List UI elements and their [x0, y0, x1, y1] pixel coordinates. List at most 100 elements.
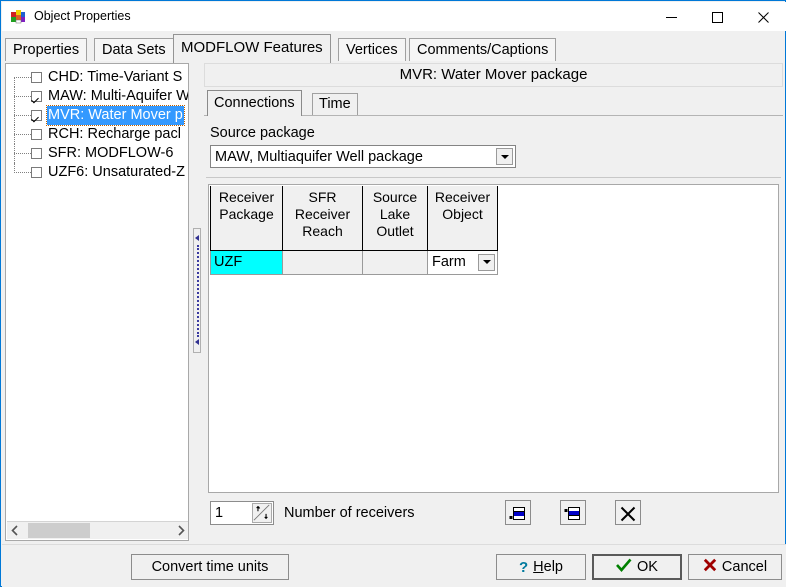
table-row[interactable]: UZF Farm [210, 250, 498, 275]
ok-button[interactable]: OK [592, 554, 682, 580]
chevron-down-icon[interactable] [496, 148, 513, 165]
column-header-receiver-object[interactable]: Receiver Object [427, 186, 498, 251]
header-line: Reach [302, 223, 343, 239]
tree-item-chd[interactable]: CHD: Time-Variant S [6, 68, 188, 87]
window-title: Object Properties [34, 9, 131, 23]
receivers-grid[interactable]: Receiver Package SFR Receiver Reach Sour… [208, 184, 779, 493]
tree-connector-icon [14, 125, 16, 144]
package-title: MVR: Water Mover package [204, 63, 783, 87]
cell-source-lake-outlet[interactable] [362, 250, 428, 275]
header-line: Lake [379, 206, 411, 222]
spinner-buttons[interactable] [252, 503, 272, 523]
tree-item-label: SFR: MODFLOW-6 [48, 145, 174, 161]
splitter-grip[interactable] [193, 228, 201, 353]
tree-checkbox-chd[interactable] [31, 72, 42, 83]
header-line: Receiver [434, 189, 491, 205]
splitter-arrow-icon [195, 235, 199, 241]
tree-checkbox-sfr[interactable] [31, 148, 42, 159]
question-mark-icon: ? [518, 558, 529, 576]
header-line: Source [372, 189, 418, 205]
button-label: Cancel [721, 559, 768, 575]
tree-item-label: RCH: Recharge pacl [48, 126, 181, 142]
modflow-package-tree[interactable]: CHD: Time-Variant S MAW: Multi-Aquifer W… [5, 63, 189, 541]
tree-connector-icon [14, 77, 16, 87]
button-label: OK [637, 559, 658, 575]
tree-checkbox-mvr[interactable] [31, 110, 42, 121]
help-button[interactable]: ? Help [496, 554, 586, 580]
tree-connector-icon [14, 163, 16, 173]
tree-connector-icon [14, 153, 31, 155]
tree-checkbox-maw[interactable] [31, 91, 42, 102]
client-area: CHD: Time-Variant S MAW: Multi-Aquifer W… [5, 61, 783, 543]
check-icon [616, 558, 632, 576]
tab-connections[interactable]: Connections [207, 90, 302, 116]
tab-time[interactable]: Time [312, 93, 358, 115]
tree-checkbox-rch[interactable] [31, 129, 42, 140]
spinner-value: 1 [215, 505, 224, 521]
chevron-down-icon[interactable] [478, 253, 495, 271]
tree-item-rch[interactable]: RCH: Recharge pacl [6, 125, 188, 144]
number-of-receivers-stepper[interactable]: 1 [210, 501, 274, 525]
source-package-value: MAW, Multiaquifer Well package [215, 149, 423, 165]
scroll-left-icon[interactable] [7, 522, 24, 539]
divider [206, 177, 781, 178]
tab-comments-captions[interactable]: Comments/Captions [409, 38, 557, 62]
column-header-receiver-package[interactable]: Receiver Package [210, 186, 283, 251]
header-line: Package [219, 206, 274, 222]
cell-sfr-receiver-reach[interactable] [282, 250, 363, 275]
close-icon[interactable] [740, 3, 786, 31]
grip-dots-icon [197, 245, 200, 337]
tab-properties[interactable]: Properties [5, 38, 88, 62]
receiver-object-value: Farm [432, 253, 466, 270]
tree-item-maw[interactable]: MAW: Multi-Aquifer W [6, 87, 188, 106]
tree-connector-icon [14, 87, 16, 106]
tree-connector-icon [14, 115, 31, 117]
minimize-icon[interactable] [648, 3, 694, 31]
tree-checkbox-uzf6[interactable] [31, 167, 42, 178]
delete-row-icon[interactable] [615, 500, 641, 525]
tree-connector-icon [14, 77, 31, 79]
package-sub-tabs: Connections Time [207, 90, 783, 116]
column-header-source-lake-outlet[interactable]: Source Lake Outlet [362, 186, 428, 251]
help-accel: H [533, 559, 544, 575]
tree-item-mvr[interactable]: MVR: Water Mover p [6, 105, 188, 126]
tree-item-label: MVR: Water Mover p [46, 105, 185, 126]
dialog-footer: Convert time units ? Help OK Cancel [2, 544, 786, 587]
object-properties-window: Object Properties Properties Data Sets M… [0, 0, 786, 587]
tab-data-sets[interactable]: Data Sets [94, 38, 174, 62]
tree-connector-icon [14, 144, 16, 163]
scroll-right-icon[interactable] [172, 522, 188, 539]
help-label-rest: elp [543, 559, 563, 575]
insert-row-after-icon[interactable] [505, 500, 531, 525]
cell-receiver-object[interactable]: Farm [427, 250, 498, 275]
panel-splitter[interactable] [191, 63, 203, 541]
x-icon [703, 558, 717, 576]
tree-item-sfr[interactable]: SFR: MODFLOW-6 [6, 144, 188, 163]
tab-vertices[interactable]: Vertices [338, 38, 406, 62]
scrollbar-thumb[interactable] [28, 523, 90, 538]
column-header-sfr-receiver-reach[interactable]: SFR Receiver Reach [282, 186, 363, 251]
convert-time-units-button[interactable]: Convert time units [131, 554, 289, 580]
grid-header-row: Receiver Package SFR Receiver Reach Sour… [210, 186, 498, 251]
tree-connector-icon [14, 172, 31, 174]
insert-row-before-icon[interactable] [560, 500, 586, 525]
package-panel: MVR: Water Mover package Connections Tim… [204, 63, 783, 541]
button-label: Convert time units [151, 559, 269, 575]
tree-connector-icon [14, 134, 31, 136]
cell-receiver-package[interactable]: UZF [210, 250, 283, 275]
main-tab-strip: Properties Data Sets MODFLOW Features Ve… [5, 34, 783, 63]
tree-item-uzf6[interactable]: UZF6: Unsaturated-Z [6, 163, 188, 182]
cancel-button[interactable]: Cancel [688, 554, 782, 580]
source-package-select[interactable]: MAW, Multiaquifer Well package [210, 145, 516, 168]
tree-horizontal-scrollbar[interactable] [7, 521, 188, 539]
footer-divider [2, 544, 786, 545]
cube-icon [10, 8, 27, 25]
title-bar: Object Properties [2, 2, 786, 31]
header-line: Receiver [294, 206, 351, 222]
maximize-icon[interactable] [694, 3, 740, 31]
tree-item-label: CHD: Time-Variant S [48, 69, 183, 85]
grid-toolbar: 1 Number of receivers [208, 499, 779, 529]
tree-connector-icon [14, 96, 31, 98]
tab-modflow-features[interactable]: MODFLOW Features [173, 34, 331, 63]
header-line: Outlet [376, 223, 414, 239]
